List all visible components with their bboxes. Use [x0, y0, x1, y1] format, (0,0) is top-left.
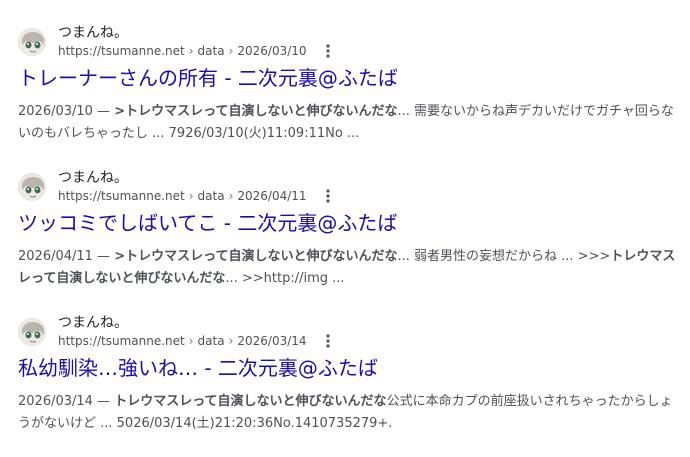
url-breadcrumb: 2026/03/10 — [237, 44, 307, 58]
more-vert-icon[interactable] — [319, 42, 337, 60]
url-base: https://tsumanne.net — [58, 44, 185, 58]
url-breadcrumb: 2026/04/11 — [237, 189, 307, 203]
search-result: つまんね。 https://tsumanne.net › data › 2026/03/… — [18, 312, 678, 457]
url-breadcrumb: 2026/03/14 — [237, 334, 307, 348]
snippet-highlight: >トレウマスレって自演しないと伸びないんだな — [114, 249, 398, 264]
snippet-text: 2026/04/11 — — [18, 249, 115, 264]
breadcrumb-separator: › — [228, 44, 234, 58]
search-result: つまんね。 https://tsumanne.net › data › 2026/04/… — [18, 167, 678, 312]
site-info[interactable]: つまんね。 https://tsumanne.net › data › 2026/03/… — [18, 22, 678, 58]
site-info[interactable]: つまんね。 https://tsumanne.net › data › 2026/04/… — [18, 167, 678, 203]
snippet-text: 2026/03/14 — — [18, 394, 115, 409]
result-snippet: 2026/03/10 — >トレウマスレって自演しないと伸びないんだな... 需… — [18, 101, 678, 145]
site-name: つまんね。 — [58, 170, 128, 186]
breadcrumb-separator: › — [228, 189, 234, 203]
result-title-link[interactable]: ツッコミでしばいてこ - 二次元裏@ふたば — [18, 210, 678, 236]
breadcrumb-separator: › — [188, 189, 194, 203]
url-base: https://tsumanne.net — [58, 189, 185, 203]
breadcrumb-separator: › — [188, 44, 194, 58]
site-name: つまんね。 — [58, 315, 128, 331]
site-favicon-icon — [18, 318, 46, 346]
url-breadcrumb: data — [197, 44, 225, 58]
search-result: つまんね。 https://tsumanne.net › data › 2026/03/… — [18, 22, 678, 167]
site-name: つまんね。 — [58, 25, 128, 41]
snippet-text: ... >>http://img ... — [225, 271, 345, 286]
snippet-text: ... 弱者男性の妄想だからね ... >>> — [397, 249, 611, 264]
snippet-highlight: >トレウマスレって自演しないと伸びないんだな — [114, 104, 398, 119]
result-title-link[interactable]: 私幼馴染…強いね… - 二次元裏@ふたば — [18, 355, 678, 381]
snippet-highlight: トレウマスレって自演しないと伸びないんだな — [114, 394, 387, 409]
url-breadcrumb: data — [197, 334, 225, 348]
result-title-link[interactable]: トレーナーさんの所有 - 二次元裏@ふたば — [18, 65, 678, 91]
result-url: https://tsumanne.net › data › 2026/03/10 — [58, 43, 307, 59]
snippet-text: 2026/03/10 — — [18, 104, 115, 119]
breadcrumb-separator: › — [228, 334, 234, 348]
breadcrumb-separator: › — [188, 334, 194, 348]
result-url: https://tsumanne.net › data › 2026/03/14 — [58, 333, 307, 349]
search-results: つまんね。 https://tsumanne.net › data › 2026/03/… — [18, 22, 678, 457]
result-snippet: 2026/03/14 — トレウマスレって自演しないと伸びないんだな公式に本命カ… — [18, 391, 678, 435]
site-info[interactable]: つまんね。 https://tsumanne.net › data › 2026/03/… — [18, 312, 678, 348]
site-favicon-icon — [18, 28, 46, 56]
more-vert-icon[interactable] — [319, 187, 337, 205]
result-snippet: 2026/04/11 — >トレウマスレって自演しないと伸びないんだな... 弱… — [18, 246, 678, 290]
more-vert-icon[interactable] — [319, 332, 337, 350]
result-url: https://tsumanne.net › data › 2026/04/11 — [58, 188, 307, 204]
url-base: https://tsumanne.net — [58, 334, 185, 348]
site-favicon-icon — [18, 173, 46, 201]
url-breadcrumb: data — [197, 189, 225, 203]
